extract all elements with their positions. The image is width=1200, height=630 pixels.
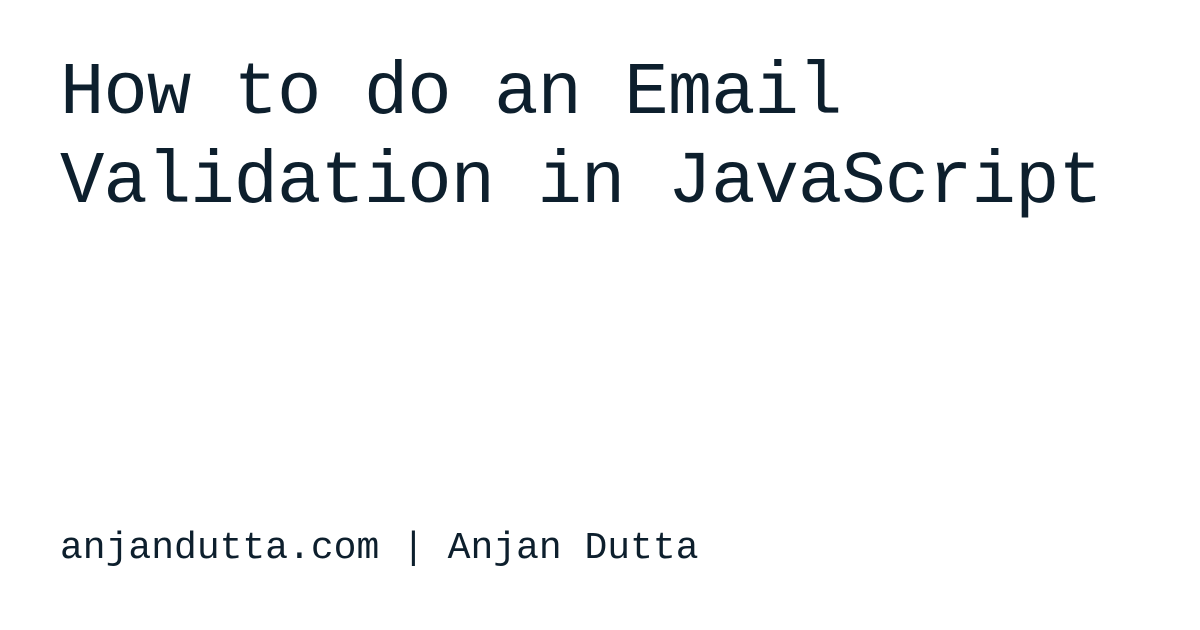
byline: anjandutta.com | Anjan Dutta	[60, 527, 699, 570]
page-title: How to do an Email Validation in JavaScr…	[60, 50, 1140, 228]
